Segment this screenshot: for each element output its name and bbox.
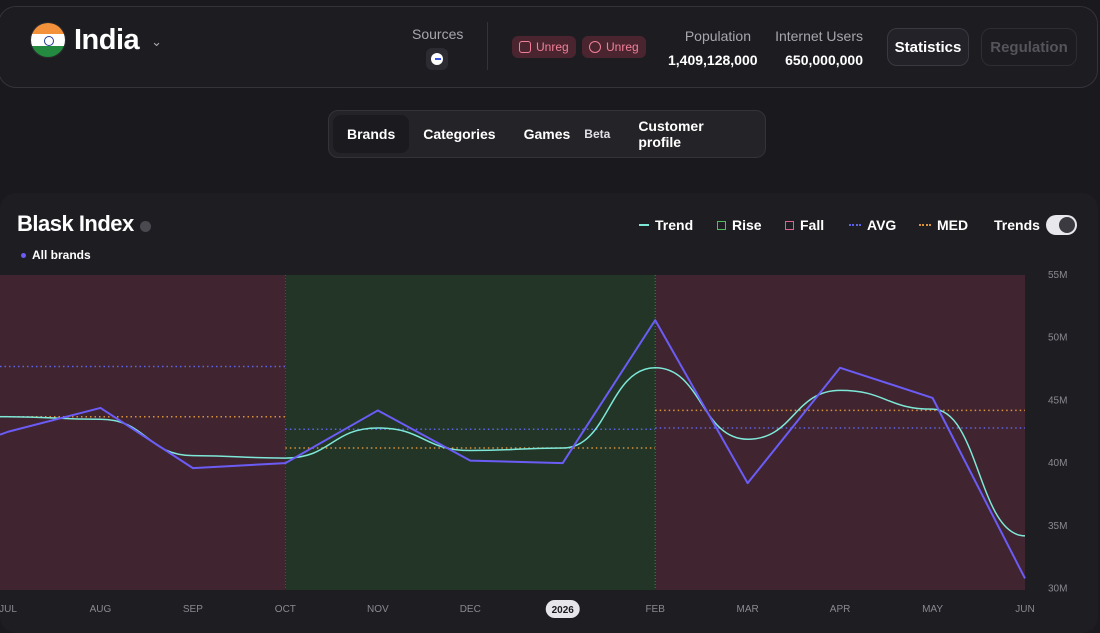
series-label: All brands xyxy=(21,248,91,262)
rise-square-icon xyxy=(717,220,726,230)
x-tick-label: JUN xyxy=(1015,604,1034,615)
ball-icon xyxy=(589,41,601,53)
legend-label: Rise xyxy=(732,217,762,233)
internet-users-stat: Internet Users 650,000,000 xyxy=(772,28,863,68)
trend-line-icon xyxy=(639,224,649,226)
sources: Sources xyxy=(412,26,464,70)
legend-avg[interactable]: AVG xyxy=(849,217,896,233)
india-flag-icon xyxy=(30,22,66,58)
y-tick-label: 35M xyxy=(1048,521,1067,532)
y-tick-label: 40M xyxy=(1048,458,1067,469)
fall-square-icon xyxy=(785,220,794,230)
tab-brands[interactable]: Brands xyxy=(333,115,410,153)
x-tick-label: AUG xyxy=(90,604,112,615)
fall-region xyxy=(655,275,1025,590)
chevron-down-icon: ⌄ xyxy=(151,34,163,49)
badge-label: Unreg xyxy=(536,40,569,54)
tab-label: Games xyxy=(523,126,571,142)
blask-index-chart: 55M 50M 45M 40M 35M 30M JUL AUG SEP OCT NOV DEC 2026… xyxy=(0,270,1067,618)
series-dot-icon xyxy=(21,252,26,258)
x-tick-label: FEB xyxy=(645,604,665,615)
badge-label: Unreg xyxy=(606,40,639,54)
tab-label: Brands xyxy=(347,126,396,142)
x-tick-label: JUL xyxy=(0,604,17,615)
legend-trends: Trends xyxy=(994,217,1040,233)
tab-label: Customer profile xyxy=(638,118,704,150)
x-tick-label: 2026 xyxy=(552,605,575,616)
x-tick-label: MAR xyxy=(737,604,759,615)
sources-label: Sources xyxy=(412,26,464,42)
x-tick-label: SEP xyxy=(183,604,203,615)
statistics-button[interactable]: Statistics xyxy=(887,28,969,66)
y-tick-label: 50M xyxy=(1048,333,1067,344)
country-selector[interactable]: India ⌄ xyxy=(30,22,162,58)
series-name: All brands xyxy=(32,248,91,262)
internet-users-value: 650,000,000 xyxy=(785,52,863,68)
x-tick-label: DEC xyxy=(460,604,481,615)
fall-region xyxy=(0,275,286,590)
legend-fall[interactable]: Fall xyxy=(785,217,824,233)
tab-games[interactable]: Games Beta xyxy=(510,115,625,153)
legend-rise[interactable]: Rise xyxy=(717,217,762,233)
x-tick-label: APR xyxy=(830,604,851,615)
legend-label: Fall xyxy=(800,217,825,233)
panel-title: Blask Index xyxy=(17,211,151,237)
y-tick-label: 30M xyxy=(1048,584,1067,595)
tab-customer-profile[interactable]: Customer profile xyxy=(624,115,761,153)
legend-label: MED xyxy=(937,217,969,233)
legend-label: AVG xyxy=(867,217,897,233)
dice-icon xyxy=(519,41,531,53)
view-tabs: Brands Categories Games Beta Customer pro… xyxy=(328,110,766,158)
source-icon[interactable] xyxy=(426,48,448,70)
y-tick-label: 45M xyxy=(1048,395,1067,406)
panel-title-text: Blask Index xyxy=(17,211,134,236)
unreg-badge-1: Unreg xyxy=(512,36,576,58)
med-dots-icon xyxy=(919,224,931,226)
beta-badge: Beta xyxy=(584,127,611,141)
population-stat: Population 1,409,128,000 xyxy=(668,28,758,68)
tab-label: Categories xyxy=(423,126,496,142)
x-tick-label: OCT xyxy=(275,604,296,615)
population-label: Population xyxy=(684,28,751,44)
avg-dots-icon xyxy=(849,224,861,226)
x-tick-label: NOV xyxy=(367,604,389,615)
country-name: India xyxy=(74,23,140,56)
legend-label: Trend xyxy=(655,217,694,233)
population-value: 1,409,128,000 xyxy=(668,52,758,68)
y-tick-label: 55M xyxy=(1048,270,1067,281)
toggle-knob xyxy=(1059,217,1075,233)
trends-toggle[interactable] xyxy=(1046,215,1077,235)
regulation-button[interactable]: Regulation xyxy=(981,28,1077,66)
internet-users-label: Internet Users xyxy=(775,28,863,44)
unreg-badge-2: Unreg xyxy=(582,36,646,58)
legend-trend[interactable]: Trend xyxy=(639,217,693,233)
x-tick-label: MAY xyxy=(922,604,943,615)
legend-med[interactable]: MED xyxy=(919,217,968,233)
info-icon[interactable] xyxy=(139,220,151,232)
divider xyxy=(487,22,488,70)
tab-categories[interactable]: Categories xyxy=(409,115,509,153)
legend-label: Trends xyxy=(994,217,1040,233)
